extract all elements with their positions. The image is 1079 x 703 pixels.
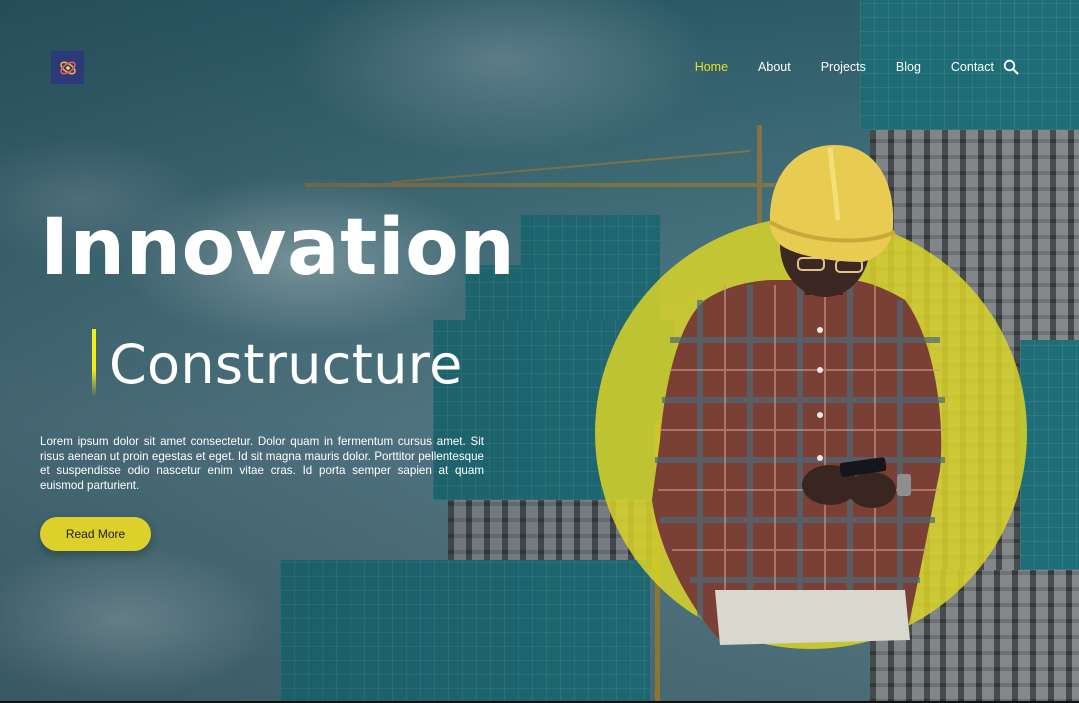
brand-logo[interactable] (51, 51, 84, 84)
atom-logo-icon (59, 61, 76, 74)
accent-bar (92, 329, 96, 397)
nav-item-home[interactable]: Home (695, 59, 728, 75)
nav-item-blog[interactable]: Blog (896, 59, 921, 75)
main-nav: Home About Projects Blog Contact (665, 59, 994, 75)
nav-item-projects[interactable]: Projects (821, 59, 866, 75)
hero-description: Lorem ipsum dolor sit amet consectetur. … (40, 435, 484, 492)
nav-item-about[interactable]: About (758, 59, 791, 75)
search-icon[interactable] (1003, 59, 1019, 75)
hero-title: Innovation (40, 203, 516, 293)
hero-subtitle: Constructure (109, 333, 463, 396)
nav-item-contact[interactable]: Contact (951, 59, 994, 75)
read-more-button[interactable]: Read More (40, 517, 151, 551)
